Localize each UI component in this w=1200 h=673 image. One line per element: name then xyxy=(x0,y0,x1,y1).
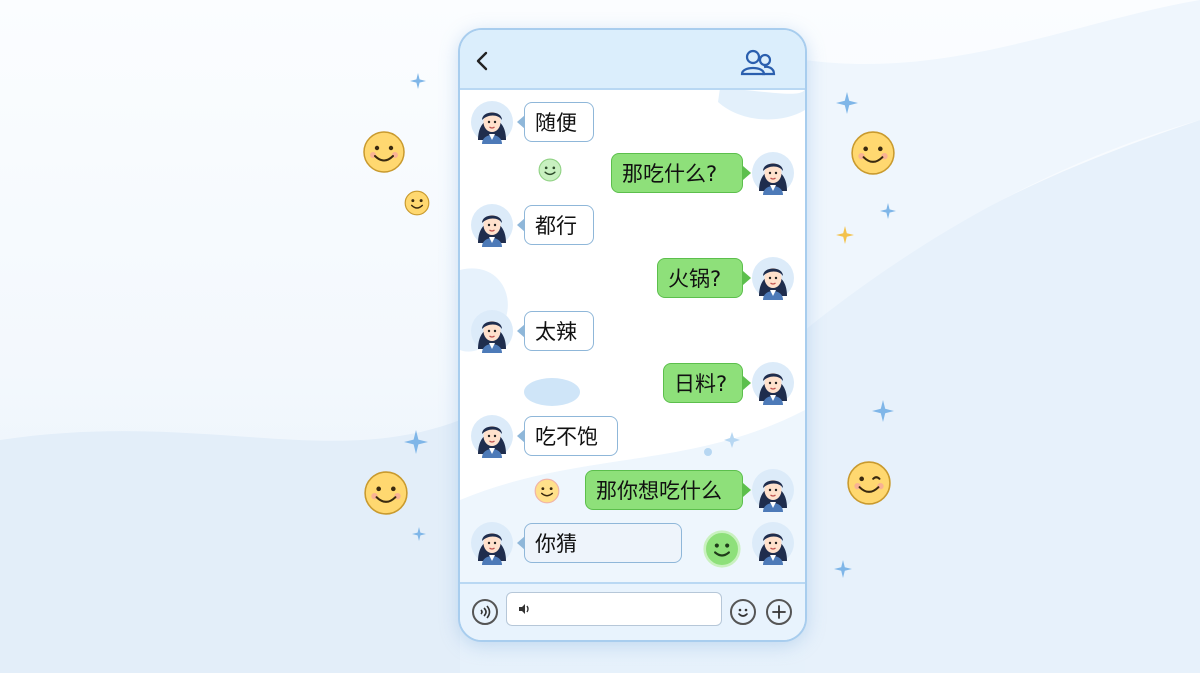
bubble-tail xyxy=(517,218,525,232)
sender-avatar[interactable] xyxy=(470,521,514,565)
sent-message-bubble[interactable]: 日料? xyxy=(663,363,743,403)
bubble-tail xyxy=(743,376,751,390)
smiley-icon xyxy=(851,131,895,175)
bubble-tail xyxy=(517,536,525,550)
bubble-tail xyxy=(743,166,751,180)
smiley-icon xyxy=(363,131,405,173)
my-avatar[interactable] xyxy=(751,361,795,405)
add-button[interactable] xyxy=(766,599,792,625)
message-input[interactable] xyxy=(533,593,717,625)
bubble-tail xyxy=(743,483,751,497)
my-avatar[interactable] xyxy=(751,468,795,512)
emoji-button[interactable] xyxy=(730,599,756,625)
phone-frame: 随便 那吃什么? 都行火锅? 太辣日料? 吃不饱那你想吃什么你猜 xyxy=(458,28,807,642)
sparkle-icon xyxy=(836,226,854,244)
wink-smiley-icon xyxy=(847,461,891,505)
sparkle-icon xyxy=(410,73,426,89)
bubble-tail xyxy=(743,271,751,285)
group-members-button[interactable] xyxy=(740,48,776,78)
sparkle-icon xyxy=(872,400,894,422)
chat-header xyxy=(460,30,805,90)
sender-avatar[interactable] xyxy=(470,309,514,353)
smiley-icon xyxy=(364,471,408,515)
received-message-bubble[interactable]: 都行 xyxy=(524,205,594,245)
smiley-icon xyxy=(538,158,562,182)
received-message-bubble[interactable]: 随便 xyxy=(524,102,594,142)
my-avatar[interactable] xyxy=(751,256,795,300)
sparkle-icon xyxy=(836,92,858,114)
sent-message-bubble[interactable]: 那你想吃什么 xyxy=(585,470,743,510)
my-avatar[interactable] xyxy=(751,521,795,565)
received-message-bubble[interactable]: 吃不饱 xyxy=(524,416,618,456)
voice-icon xyxy=(480,605,491,619)
sparkle-icon xyxy=(834,560,852,578)
smiley-icon xyxy=(534,478,560,504)
emoji-icon xyxy=(738,608,748,617)
smiley-icon xyxy=(404,190,430,216)
sender-avatar[interactable] xyxy=(470,203,514,247)
bubble-tail xyxy=(517,429,525,443)
sparkle-icon xyxy=(412,527,426,541)
received-message-bubble[interactable]: 太辣 xyxy=(524,311,594,351)
sent-message-bubble[interactable]: 那吃什么? xyxy=(611,153,743,193)
bubble-tail xyxy=(517,115,525,129)
back-button[interactable] xyxy=(472,50,494,72)
my-avatar[interactable] xyxy=(751,151,795,195)
sparkle-icon xyxy=(404,430,428,454)
message-input-box[interactable] xyxy=(506,592,722,626)
plus-icon xyxy=(772,605,786,619)
received-message-bubble[interactable]: 你猜 xyxy=(524,523,682,563)
audio-icon xyxy=(519,604,529,614)
smiley-sticker[interactable] xyxy=(703,530,741,568)
sent-message-bubble[interactable]: 火锅? xyxy=(657,258,743,298)
composer-bar xyxy=(460,582,805,640)
bubble-tail xyxy=(517,324,525,338)
sender-avatar[interactable] xyxy=(470,100,514,144)
voice-button[interactable] xyxy=(472,599,498,625)
sparkle-icon xyxy=(880,203,896,219)
sender-avatar[interactable] xyxy=(470,414,514,458)
